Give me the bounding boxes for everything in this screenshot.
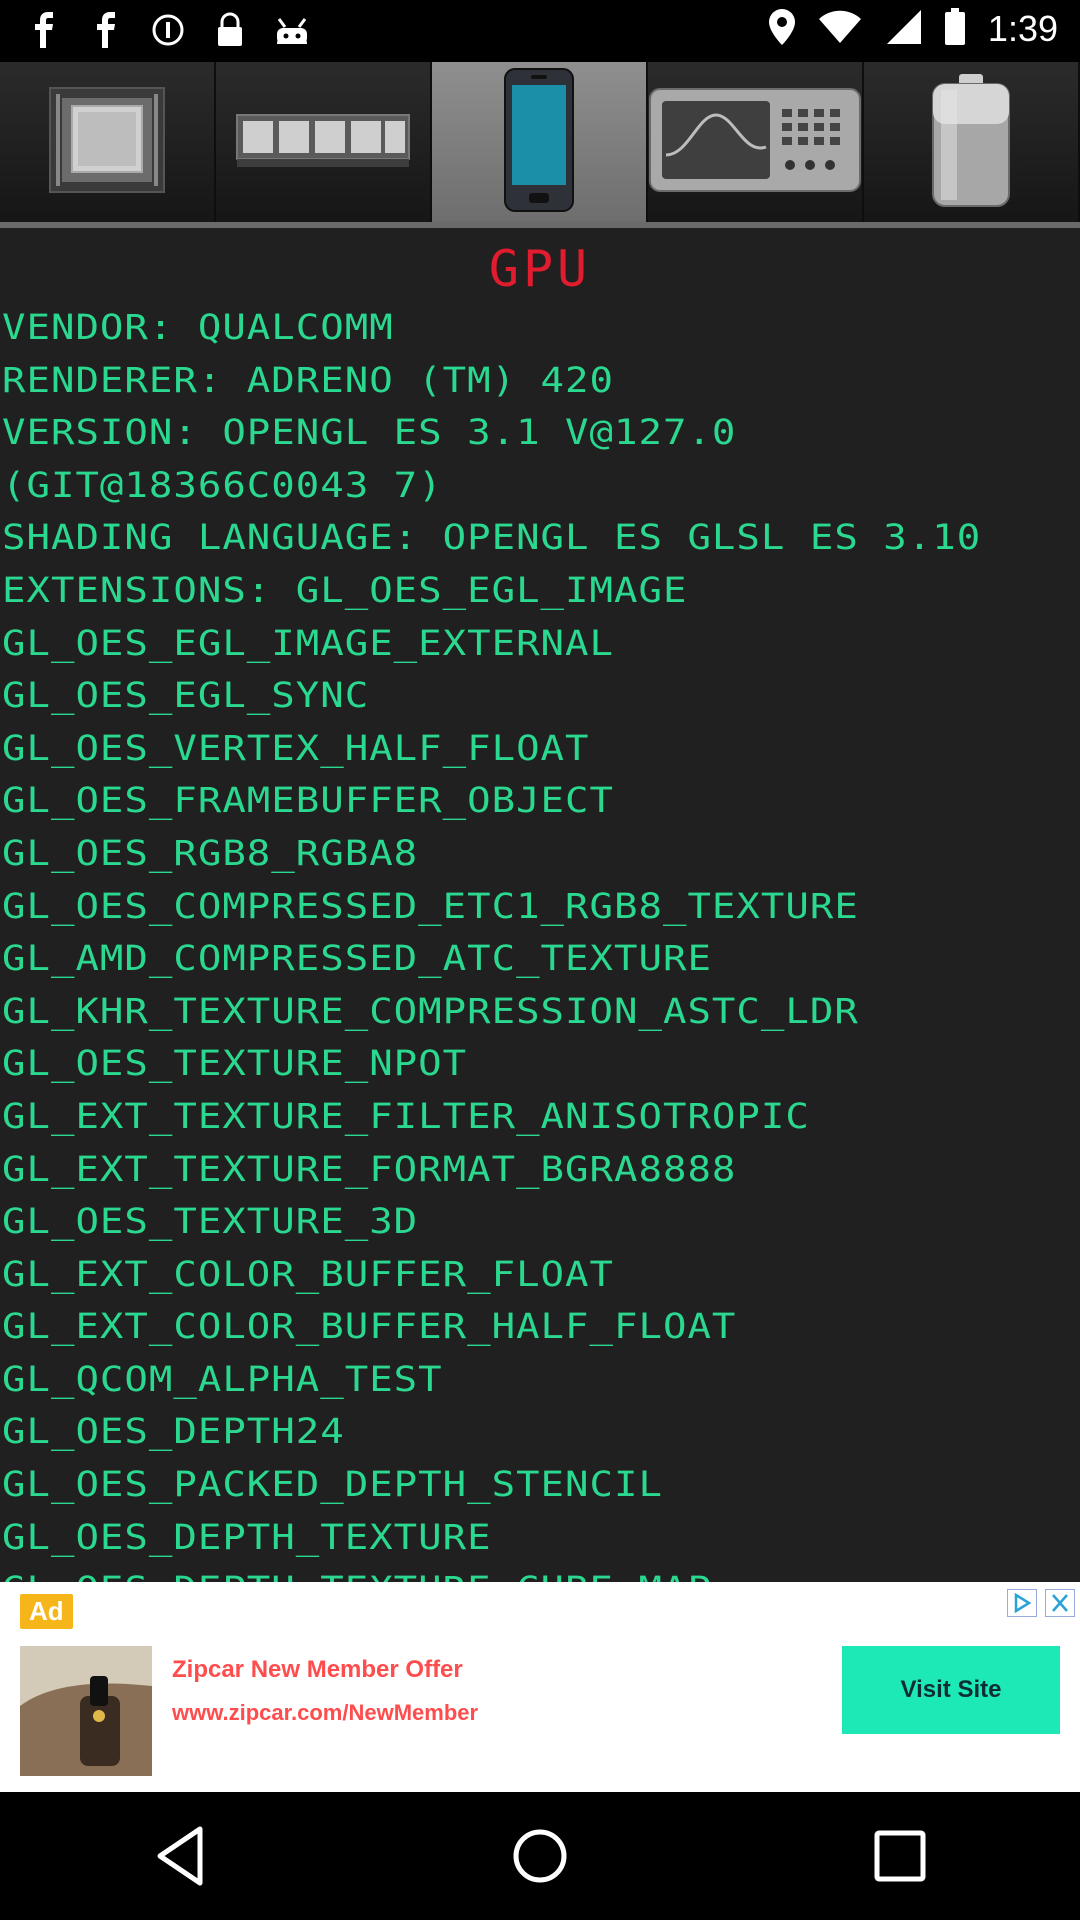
ad-close-icon[interactable] — [1042, 1586, 1078, 1620]
system-nav-bar — [0, 1792, 1080, 1920]
gpu-info-line: RENDERER: ADRENO (TM) 420 — [2, 359, 614, 401]
gpu-info-line: GL_OES_TEXTURE_NPOT — [2, 1043, 468, 1085]
facebook-icon — [86, 10, 126, 50]
gpu-info-line: GL_OES_FRAMEBUFFER_OBJECT — [2, 780, 614, 822]
ad-title[interactable]: Zipcar New Member Offer — [172, 1656, 463, 1684]
gpu-info-line: GL_QCOM_ALPHA_TEST — [2, 1359, 443, 1400]
gpu-info-line: GL_OES_DEPTH24 — [2, 1411, 345, 1453]
clock: 1:39 — [987, 8, 1058, 49]
ad-banner[interactable]: Ad Zipcar New Member Offer www.zipcar.co… — [0, 1582, 1080, 1792]
ram-stick-icon — [233, 105, 413, 179]
facebook-icon — [24, 10, 64, 50]
category-tab-bar — [0, 62, 1080, 228]
battery-icon — [944, 8, 966, 50]
visit-site-button[interactable]: Visit Site — [842, 1646, 1060, 1734]
cpu-tab[interactable] — [0, 62, 216, 222]
gpu-info-line: GL_OES_VERTEX_HALF_FLOAT — [2, 728, 590, 769]
ad-image[interactable] — [20, 1646, 152, 1776]
gpu-info-line: (GIT@18366C0043 7) — [2, 465, 443, 506]
system-icons: 1:39 — [768, 8, 1058, 50]
gpu-info-line: EXTENSIONS: GL_OES_EGL_IMAGE — [2, 570, 688, 611]
gpu-info-line: GL_EXT_TEXTURE_FILTER_ANISOTROPIC — [2, 1096, 810, 1137]
recents-icon[interactable] — [850, 1806, 950, 1906]
gpu-info-line: GL_OES_DEPTH_TEXTURE — [2, 1516, 492, 1558]
device-tab[interactable] — [432, 62, 648, 222]
gpu-info-panel[interactable]: GPU VENDOR: QUALCOMM RENDERER: ADRENO (TM… — [0, 228, 1080, 1582]
section-title: GPU — [488, 240, 592, 298]
gpu-info-line: GL_OES_RGB8_RGBA8 — [2, 833, 419, 874]
gpu-info-line: GL_OES_EGL_SYNC — [2, 675, 370, 716]
location-icon — [768, 8, 796, 50]
oscilloscope-icon — [648, 85, 862, 199]
gpu-info-line: GL_OES_DEPTH_TEXTURE_CUBE_MAP — [2, 1567, 1080, 1582]
gpu-info-line: GL_EXT_TEXTURE_FORMAT_BGRA8888 — [2, 1148, 737, 1190]
smartphone-icon — [503, 67, 575, 217]
battery-tab[interactable] — [864, 62, 1080, 222]
gpu-info-line: GL_OES_PACKED_DEPTH_STENCIL — [2, 1464, 663, 1505]
gpu-info-line: VENDOR: QUALCOMM — [2, 307, 394, 348]
notification-icons — [24, 10, 312, 50]
lock-icon — [210, 10, 250, 50]
gpu-info-line: GL_EXT_COLOR_BUFFER_HALF_FLOAT — [2, 1306, 737, 1348]
gpu-info-line: SHADING LANGUAGE: OPENGL ES GLSL ES 3.10 — [2, 517, 982, 559]
adchoices-icon[interactable] — [1004, 1586, 1040, 1620]
signal-icon — [884, 9, 922, 49]
gpu-info-line: GL_AMD_COMPRESSED_ATC_TEXTURE — [2, 938, 712, 979]
gpu-info-line: GL_OES_TEXTURE_3D — [2, 1201, 419, 1242]
gpu-info-line: GL_OES_EGL_IMAGE_EXTERNAL — [2, 622, 614, 664]
gpu-info-line: GL_OES_COMPRESSED_ETC1_RGB8_TEXTURE — [2, 885, 859, 927]
ad-badge: Ad — [20, 1594, 73, 1629]
home-icon[interactable] — [490, 1806, 590, 1906]
wifi-icon — [818, 10, 862, 48]
gpu-info-line: GL_KHR_TEXTURE_COMPRESSION_ASTC_LDR — [2, 991, 859, 1032]
gpu-tab[interactable] — [648, 62, 864, 222]
ad-url[interactable]: www.zipcar.com/NewMember — [172, 1700, 478, 1726]
android-icon — [272, 10, 312, 50]
cpu-chip-icon — [42, 84, 172, 200]
gpu-info-line: GL_EXT_COLOR_BUFFER_FLOAT — [2, 1254, 614, 1295]
info-icon — [148, 10, 188, 50]
status-bar: 1:39 — [0, 0, 1080, 62]
gpu-info-list: VENDOR: QUALCOMM RENDERER: ADRENO (TM) 42… — [0, 302, 1080, 1582]
gpu-info-line: VERSION: OPENGL ES 3.1 V@127.0 — [2, 412, 737, 454]
back-icon[interactable] — [130, 1806, 230, 1906]
battery-icon — [929, 70, 1013, 214]
memory-tab[interactable] — [216, 62, 432, 222]
